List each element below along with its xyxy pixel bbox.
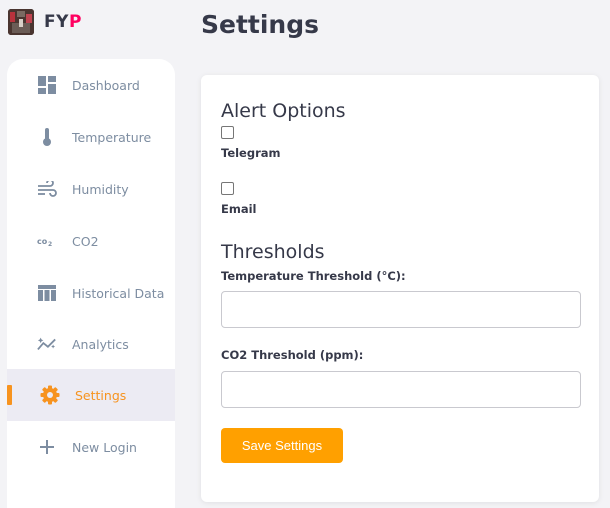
sidebar-item-label: Historical Data <box>72 285 165 301</box>
brand-name: FYP <box>44 12 82 32</box>
brand-name-prefix: FY <box>44 12 69 32</box>
sidebar-item-humidity[interactable]: Humidity <box>7 163 175 215</box>
sidebar-item-label: Analytics <box>72 336 129 352</box>
co2-threshold-input[interactable] <box>221 371 581 408</box>
sidebar-item-new-login[interactable]: New Login <box>7 421 175 473</box>
sidebar-item-temperature[interactable]: Temperature <box>7 111 175 163</box>
sidebar-item-analytics[interactable]: Analytics <box>7 318 175 370</box>
analytics-icon <box>37 334 57 354</box>
active-indicator <box>7 385 12 405</box>
sidebar-item-label: Humidity <box>72 181 129 197</box>
sidebar-item-co2[interactable]: co 2 CO2 <box>7 215 175 267</box>
telegram-label: Telegram <box>221 146 281 160</box>
sidebar-item-label: New Login <box>72 439 137 455</box>
sidebar-item-label: Settings <box>75 387 127 403</box>
project-logo-image <box>8 9 34 35</box>
alert-options-heading: Alert Options <box>221 100 346 122</box>
temperature-threshold-input[interactable] <box>221 291 581 328</box>
thresholds-heading: Thresholds <box>221 241 325 263</box>
co2-threshold-label: CO2 Threshold (ppm): <box>221 348 364 362</box>
dashboard-icon <box>37 75 57 95</box>
plus-icon <box>37 437 57 457</box>
svg-text:2: 2 <box>48 241 52 247</box>
save-settings-button[interactable]: Save Settings <box>221 428 343 463</box>
thermometer-icon <box>37 127 57 147</box>
email-checkbox[interactable] <box>221 182 234 195</box>
sidebar-item-label: Dashboard <box>72 77 140 93</box>
telegram-checkbox[interactable] <box>221 126 234 139</box>
svg-text:co: co <box>37 237 48 246</box>
email-label: Email <box>221 202 257 216</box>
sidebar-item-dashboard[interactable]: Dashboard <box>7 59 175 111</box>
brand: FYP <box>8 9 82 35</box>
sidebar-item-label: Temperature <box>72 129 152 145</box>
temperature-threshold-label: Temperature Threshold (°C): <box>221 269 406 283</box>
sidebar-item-settings[interactable]: Settings <box>7 369 175 421</box>
gear-icon <box>40 385 60 405</box>
sidebar: Dashboard Temperature Humidity co 2 CO2 H… <box>7 59 175 508</box>
brand-name-accent: P <box>68 12 82 32</box>
sidebar-item-label: CO2 <box>72 233 99 249</box>
settings-card: Alert Options Telegram Email Thresholds … <box>201 75 599 502</box>
co2-icon: co 2 <box>37 231 57 251</box>
page-title: Settings <box>201 10 320 39</box>
sidebar-item-historical-data[interactable]: Historical Data <box>7 267 175 319</box>
table-icon <box>37 283 57 303</box>
wind-icon <box>37 179 57 199</box>
